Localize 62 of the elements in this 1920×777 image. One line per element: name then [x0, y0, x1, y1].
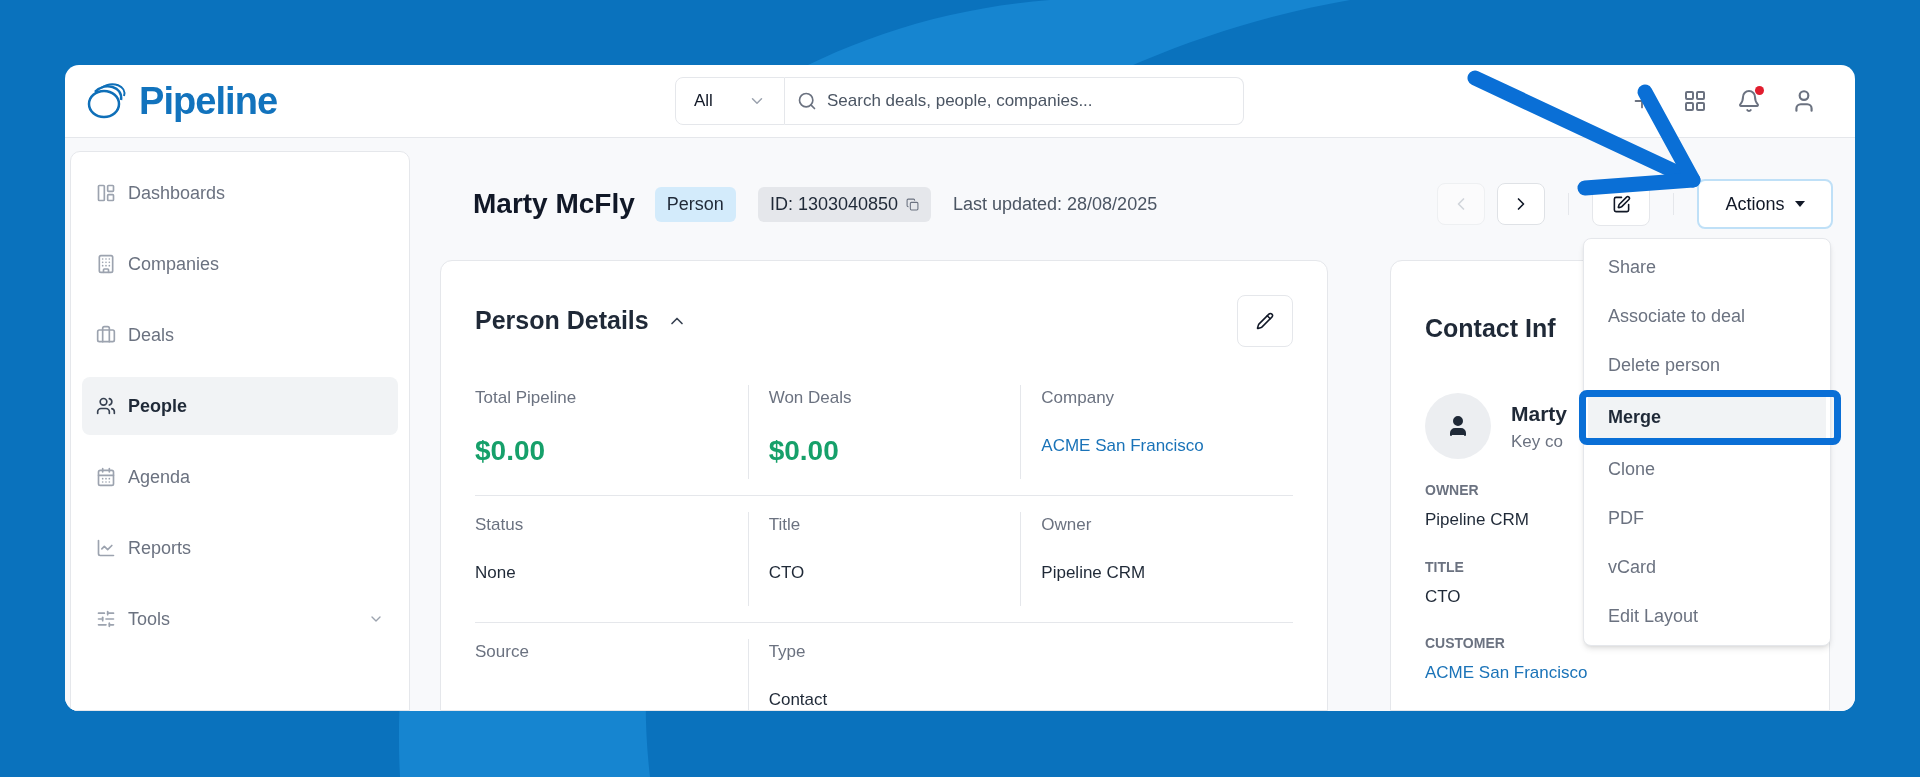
sliders-icon — [96, 609, 116, 629]
menu-item[interactable]: Edit Layout — [1588, 592, 1826, 641]
field-label: Won Deals — [768, 387, 852, 409]
record-type-badge: Person — [654, 186, 736, 222]
chart-icon — [96, 538, 116, 558]
field-value: Pipeline CRM — [1425, 509, 1529, 531]
notifications-icon[interactable] — [1737, 89, 1761, 113]
sidebar-item[interactable]: Agenda — [82, 448, 398, 506]
field-label: Type — [768, 641, 806, 663]
people-icon — [96, 396, 116, 416]
apps-grid-icon[interactable] — [1683, 89, 1707, 113]
field-value: CTO — [768, 561, 805, 584]
menu-item[interactable]: vCard — [1588, 543, 1826, 592]
search-field[interactable]: Search deals, people, companies... — [785, 77, 1244, 125]
field-label: Owner — [1041, 514, 1092, 536]
app-logo[interactable]: Pipeline — [139, 72, 278, 130]
last-updated-text: Last updated: 28/08/2025 — [953, 192, 1158, 216]
menu-item[interactable]: Associate to deal — [1588, 292, 1826, 341]
menu-item[interactable]: Delete person — [1588, 341, 1826, 390]
field-label: TITLE — [1425, 557, 1464, 577]
field-label: Title — [768, 514, 801, 536]
field-label: CUSTOMER — [1425, 634, 1505, 653]
edit-button[interactable] — [1237, 295, 1293, 347]
sidebar-item[interactable]: Tools — [82, 590, 398, 648]
sidebar-item[interactable]: Deals — [82, 306, 398, 364]
search-icon — [797, 91, 817, 111]
pencil-icon — [1256, 312, 1274, 330]
field-label: Total Pipeline — [475, 387, 577, 409]
menu-item[interactable]: Share — [1588, 243, 1826, 292]
company-link[interactable]: ACME San Francisco — [1041, 432, 1204, 458]
panel-icon — [96, 183, 116, 203]
field-value: $0.00 — [768, 433, 839, 468]
search-scope-select[interactable]: All — [675, 77, 785, 125]
caret-icon — [1794, 201, 1805, 207]
field-value: CTO — [1425, 585, 1461, 608]
menu-item[interactable]: PDF — [1588, 494, 1826, 543]
field-value: Contact — [768, 688, 828, 711]
field-label: Company — [1041, 387, 1115, 409]
field-value: None — [475, 561, 516, 584]
briefcase-icon — [96, 325, 116, 345]
card-title: Person Details — [475, 305, 649, 337]
menu-item[interactable]: Clone — [1588, 445, 1826, 494]
field-label: Source — [475, 641, 529, 663]
field-label: Status — [475, 514, 524, 536]
actions-button[interactable]: Actions — [1697, 179, 1833, 229]
building-icon — [96, 254, 116, 274]
record-name: Marty McFly — [473, 187, 635, 221]
record-id-badge: ID: 1303040850 — [757, 186, 931, 222]
card-title: Contact Inf — [1425, 313, 1556, 345]
calendar-icon — [96, 467, 116, 487]
copy-icon[interactable] — [906, 197, 919, 211]
sidebar-item[interactable]: Reports — [82, 519, 398, 577]
sidebar-item[interactable]: Companies — [82, 235, 398, 293]
company-link[interactable]: ACME San Francisco — [1425, 660, 1588, 686]
field-value: $0.00 — [475, 433, 546, 468]
contact-subtitle: Key co — [1511, 431, 1564, 453]
field-label: OWNER — [1425, 481, 1479, 500]
sidebar-item[interactable]: People — [82, 377, 398, 435]
field-value: Pipeline CRM — [1041, 561, 1146, 584]
edit-icon — [1611, 194, 1631, 214]
sidebar-item[interactable]: Dashboards — [82, 164, 398, 222]
contact-name: Marty — [1511, 400, 1568, 427]
